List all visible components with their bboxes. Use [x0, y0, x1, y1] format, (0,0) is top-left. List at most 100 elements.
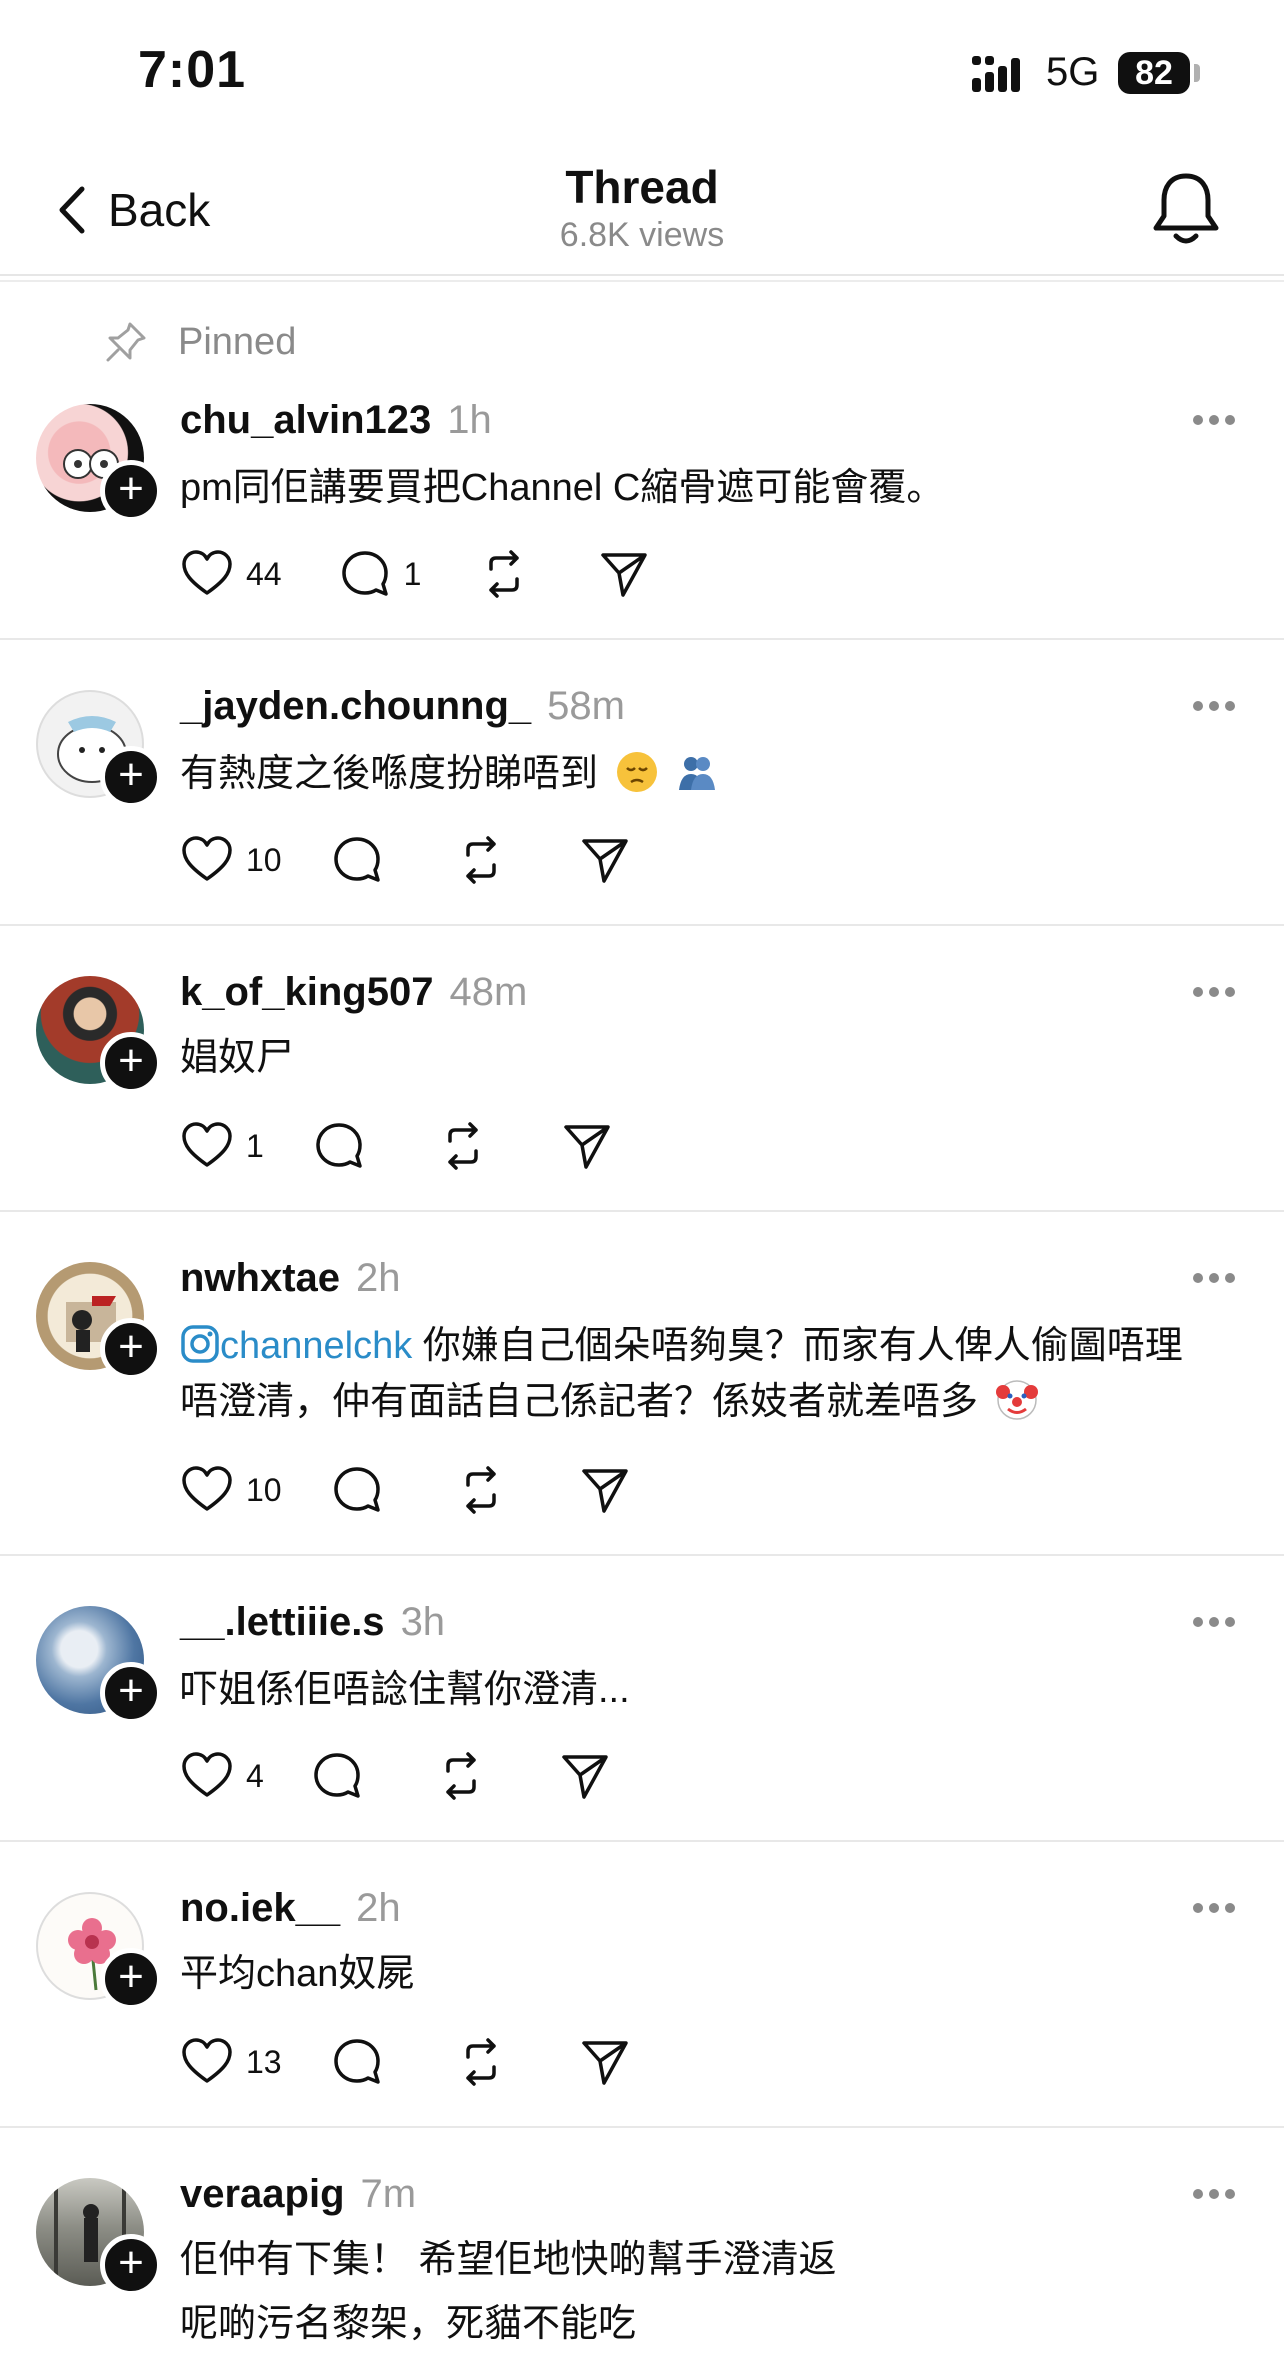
post-time: 2h — [356, 1886, 401, 1930]
repost-button[interactable] — [454, 833, 508, 887]
like-count: 44 — [246, 555, 282, 592]
post-actions: 13 — [180, 2032, 632, 2092]
instagram-icon — [181, 1325, 219, 1363]
username[interactable]: veraapig 7m — [180, 2172, 416, 2217]
post-text-line2: 唔澄清，仲有面話自己係記者？係妓者就差唔多 — [180, 1374, 1039, 1430]
post-text: 娼奴尸 — [180, 1037, 295, 1079]
more-icon[interactable] — [1192, 414, 1236, 426]
post-actions: 44 1 — [180, 544, 651, 604]
post-text-line2: 呢啲污名黎架，死貓不能吃 — [180, 2303, 637, 2345]
username[interactable]: _jayden.chounng_ 58m — [180, 684, 625, 729]
pensive-face-emoji-icon — [616, 752, 657, 792]
bell-icon[interactable] — [1150, 168, 1222, 248]
pin-icon — [106, 322, 146, 362]
like-count: 4 — [246, 1757, 264, 1794]
send-icon — [562, 1755, 608, 1799]
heart-icon — [182, 836, 232, 881]
follow-button[interactable]: + — [100, 746, 162, 808]
share-button[interactable] — [578, 833, 632, 887]
like-count: 10 — [246, 841, 282, 878]
more-icon[interactable] — [1192, 2188, 1236, 2200]
heart-icon — [182, 550, 232, 595]
signal-icon — [972, 56, 1020, 92]
post-text: 吓姐係佢唔諗住幫你澄清... — [180, 1669, 630, 1711]
comment-icon — [314, 1753, 360, 1798]
clown-face-emoji-icon — [995, 1380, 1038, 1420]
username[interactable]: __.lettiiie.s 3h — [180, 1600, 445, 1645]
nav-bar: Back Thread 6.8K views — [0, 140, 1284, 276]
pinned-indicator: Pinned — [104, 320, 296, 364]
reply-count: 1 — [403, 555, 422, 592]
send-icon — [564, 1125, 610, 1169]
post-divider — [0, 638, 1284, 640]
repost-button[interactable] — [454, 2035, 508, 2089]
post-actions: 10 — [180, 1460, 632, 1520]
comment-icon — [333, 2039, 380, 2084]
like-button[interactable]: 1 — [180, 1119, 264, 1173]
comment-icon — [333, 1467, 380, 1512]
reply-button[interactable] — [330, 1463, 384, 1517]
follow-button[interactable]: + — [100, 2234, 162, 2296]
share-button[interactable] — [578, 1463, 632, 1517]
share-button[interactable] — [578, 2035, 632, 2089]
share-button[interactable] — [597, 547, 651, 601]
repost-button[interactable] — [434, 1749, 488, 1803]
repost-button[interactable] — [436, 1119, 490, 1173]
send-icon — [581, 2041, 628, 2085]
like-button[interactable]: 10 — [180, 833, 282, 887]
repost-icon — [446, 1752, 476, 1800]
view-count: 6.8K views — [559, 216, 725, 254]
reply-button[interactable]: 1 — [338, 547, 422, 601]
post-time: 48m — [449, 970, 528, 1014]
reply-button[interactable] — [330, 833, 384, 887]
repost-button[interactable] — [477, 547, 531, 601]
share-button[interactable] — [560, 1119, 614, 1173]
comment-icon — [333, 837, 380, 882]
like-count: 13 — [246, 2043, 282, 2080]
repost-icon — [465, 1466, 496, 1514]
pinned-label: Pinned — [178, 320, 297, 363]
post-divider — [0, 1554, 1284, 1556]
more-icon[interactable] — [1192, 986, 1236, 998]
like-button[interactable]: 4 — [180, 1749, 264, 1803]
reply-button[interactable] — [310, 1749, 364, 1803]
like-button[interactable]: 10 — [180, 1463, 282, 1517]
like-button[interactable]: 44 — [180, 547, 282, 601]
like-button[interactable]: 13 — [180, 2035, 282, 2089]
more-icon[interactable] — [1192, 1616, 1236, 1628]
comment-icon — [341, 551, 388, 596]
heart-icon — [182, 1752, 232, 1797]
username[interactable]: chu_alvin123 1h — [180, 398, 492, 443]
share-button[interactable] — [558, 1749, 612, 1803]
page-title: Thread — [565, 161, 719, 213]
username[interactable]: k_of_king507 48m — [180, 970, 527, 1015]
send-icon — [601, 553, 648, 597]
post-text: channelchk 你嫌自己個朵唔夠臭？而家有人俾人偷圖唔理 — [180, 1318, 1183, 1374]
heart-icon — [182, 1122, 232, 1167]
battery-tip — [1194, 64, 1200, 82]
post-time: 1h — [447, 398, 492, 442]
follow-button[interactable]: + — [100, 1662, 162, 1724]
reply-button[interactable] — [330, 2035, 384, 2089]
send-icon — [581, 1469, 628, 1513]
post-time: 3h — [400, 1600, 446, 1644]
mention-link[interactable]: channelchk — [220, 1325, 412, 1367]
more-icon[interactable] — [1192, 1902, 1236, 1914]
more-icon[interactable] — [1192, 1272, 1236, 1284]
comment-icon — [316, 1123, 362, 1168]
username[interactable]: no.iek__ 2h — [180, 1886, 401, 1931]
post-time: 7m — [360, 2172, 417, 2216]
repost-button[interactable] — [454, 1463, 508, 1517]
like-count: 10 — [246, 1471, 282, 1508]
repost-icon — [448, 1122, 478, 1170]
more-icon[interactable] — [1192, 700, 1236, 712]
people-silhouette-emoji-icon — [679, 757, 716, 790]
follow-button[interactable]: + — [100, 1032, 162, 1094]
post-text: 佢仲有下集！ 希望佢地快啲幫手澄清返 — [180, 2239, 837, 2281]
follow-button[interactable]: + — [100, 1318, 162, 1380]
post-divider — [0, 2126, 1284, 2128]
reply-button[interactable] — [312, 1119, 366, 1173]
username[interactable]: nwhxtae 2h — [180, 1256, 401, 1301]
follow-button[interactable]: + — [100, 460, 162, 522]
follow-button[interactable]: + — [100, 1948, 162, 2010]
